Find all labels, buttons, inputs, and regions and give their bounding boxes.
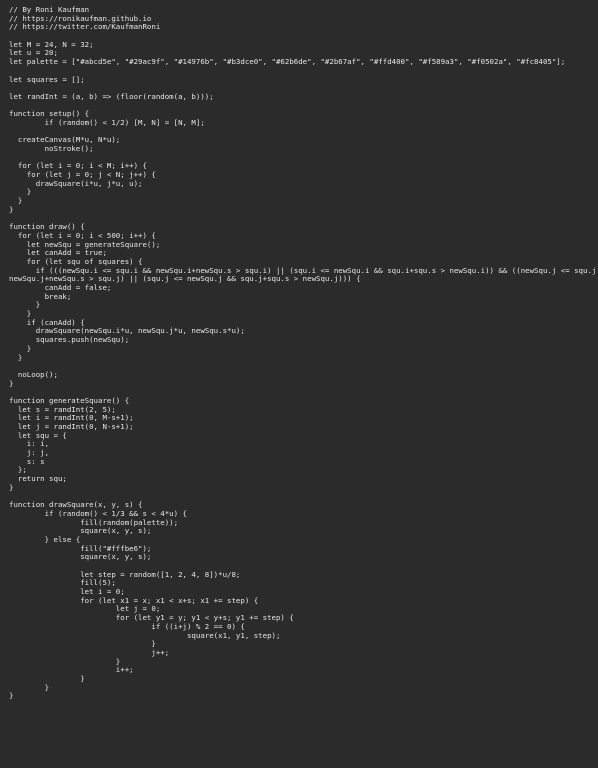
code-line: let palette = ["#abcd5e", "#29ac9f", "#1… <box>9 57 566 67</box>
code-line: if (random() < 1/2) [M, N] = [N, M]; <box>9 117 205 127</box>
code-line: noLoop(); <box>9 369 58 379</box>
code-line: } <box>9 343 32 353</box>
code-line: } <box>9 309 32 319</box>
code-line: noStroke(); <box>9 144 94 153</box>
code-line: s: s <box>9 456 45 466</box>
code-line: let M = 24, N = 32; <box>9 39 94 49</box>
code-line: // https://twitter.com/KaufmanRoni <box>9 22 161 32</box>
code-line: let squares = []; <box>9 74 85 84</box>
code-line: } <box>9 482 14 492</box>
code-line: } <box>9 352 23 362</box>
code-line: } <box>9 673 85 683</box>
code-line: } <box>9 187 32 197</box>
code-line: return squ; <box>9 474 67 484</box>
code-line: i++; <box>9 665 134 675</box>
code-line: }; <box>9 465 27 475</box>
code-line: squares.push(newSqu); <box>9 335 130 345</box>
code-line: break; <box>9 291 72 301</box>
code-line: } <box>9 378 14 388</box>
code-line: let randInt = (a, b) => (floor(random(a,… <box>9 91 214 101</box>
code-line: } <box>9 196 23 206</box>
code-line: square(x, y, s); <box>9 552 152 562</box>
code-line: square(x, y, s); <box>9 526 152 536</box>
code-editor[interactable]: // By Roni Kaufman// https://ronikaufman… <box>9 5 598 701</box>
code-line: i: i, <box>9 439 50 449</box>
code-line: let squ = { <box>9 430 67 440</box>
code-line: canAdd = false; <box>9 283 112 292</box>
code-line: let j = randInt(0, N-s+1); <box>9 422 134 431</box>
code-line: } <box>9 204 14 214</box>
code-line: drawSquare(i*u, j*u, u); <box>9 178 143 188</box>
code-line: createCanvas(M*u, N*u); <box>9 135 121 145</box>
code-line: } <box>9 691 14 701</box>
code-line: } <box>9 682 50 692</box>
code-line: j: j, <box>9 448 50 458</box>
code-line: } <box>9 300 41 310</box>
